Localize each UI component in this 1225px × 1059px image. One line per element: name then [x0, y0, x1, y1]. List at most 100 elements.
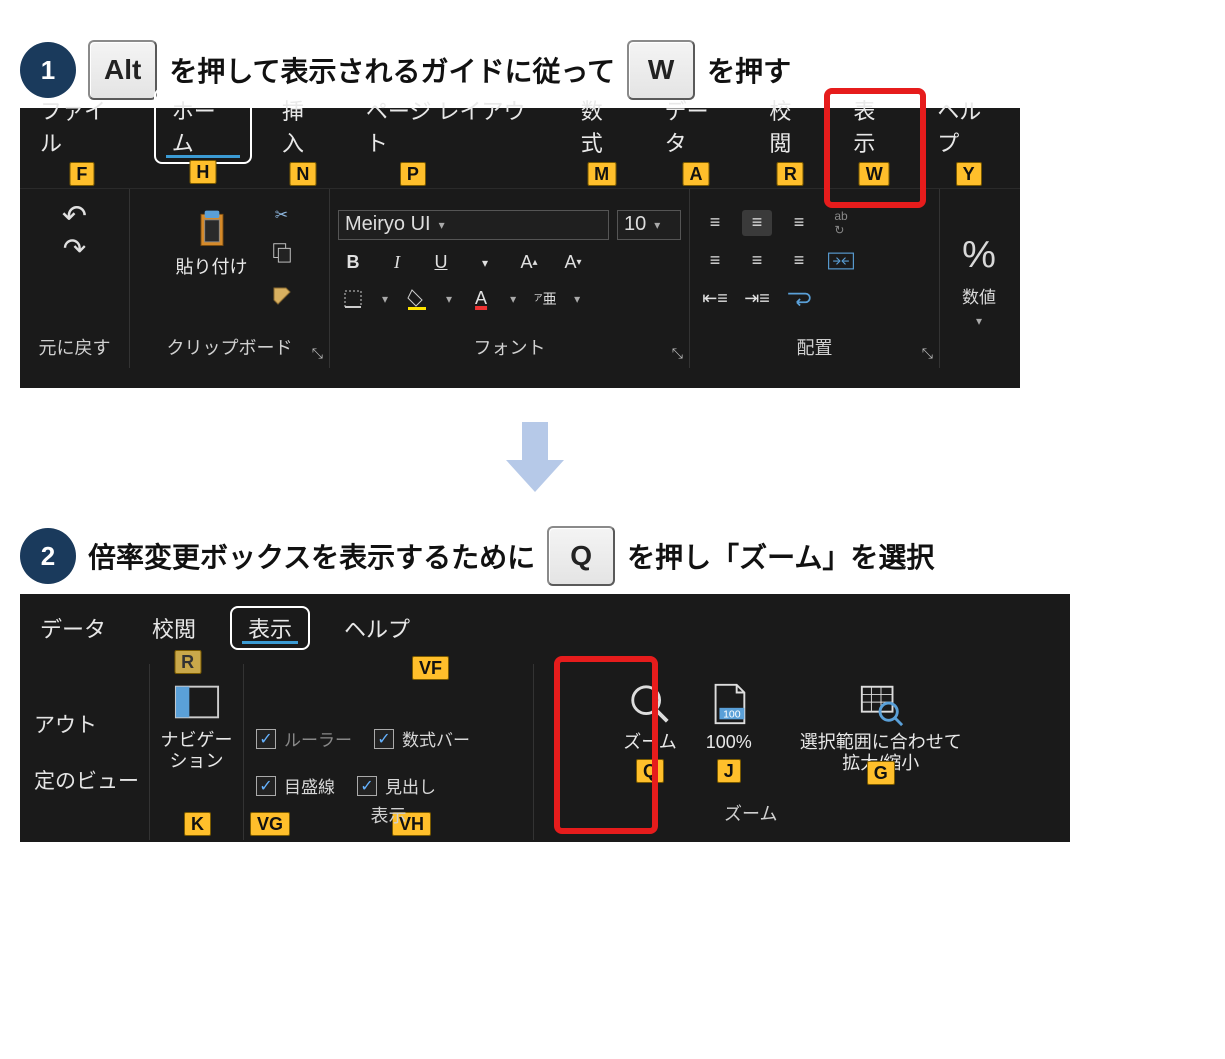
font-name-dropdown[interactable]: Meiryo UI▾ — [338, 210, 609, 240]
paste-label: 貼り付け — [176, 257, 248, 278]
tab-help-2[interactable]: ヘルプ — [332, 608, 422, 650]
zoom-selection-button[interactable]: 選択範囲に合わせて 拡大/縮小 G — [771, 674, 991, 775]
keytip-m: M — [587, 162, 616, 186]
tab-insert[interactable]: 挿入N — [270, 90, 336, 164]
tab-home[interactable]: ホームH — [154, 88, 252, 164]
red-highlight-zoom — [554, 656, 658, 834]
keytip-r: R — [777, 162, 804, 186]
group-navigation: ナビゲー ション K — [150, 664, 244, 840]
keytip-j: J — [717, 759, 741, 783]
key-q: Q — [547, 526, 615, 586]
font-size-dropdown[interactable]: 10▾ — [617, 210, 681, 240]
left-stubs: アウト 定のビュー — [20, 664, 150, 840]
svg-text:100: 100 — [723, 708, 741, 720]
align-top-icon[interactable]: ≡ — [700, 210, 730, 236]
keytip-k: K — [184, 812, 211, 836]
tab-row-2: データ 校閲R 表示 ヘルプ — [20, 594, 1070, 650]
tab-help[interactable]: ヘルプY — [925, 90, 1012, 164]
wrap-text-icon[interactable] — [784, 286, 814, 312]
step-1-text-b: を押す — [707, 50, 791, 90]
keytip-g: G — [867, 761, 895, 785]
step-2-text-a: 倍率変更ボックスを表示するために — [88, 536, 535, 576]
tab-review-2[interactable]: 校閲R — [140, 608, 208, 650]
page-100-icon: 100 — [705, 680, 753, 728]
align-right-icon[interactable]: ≡ — [784, 248, 814, 274]
step-2-header: 2 倍率変更ボックスを表示するために Q を押し「ズーム」を選択 — [20, 526, 1205, 586]
group-label-clipboard: クリップボード⤡ — [130, 328, 329, 368]
percent-icon[interactable]: % — [962, 234, 996, 277]
group-label-alignment: 配置⤡ — [690, 328, 939, 368]
zoom-100-label: 100% — [706, 732, 752, 753]
increase-indent-icon[interactable]: ⇥≡ — [742, 286, 772, 312]
headings-checkbox[interactable]: ✓見出し — [357, 773, 436, 798]
formulabar-checkbox[interactable]: ✓数式バー — [374, 726, 470, 751]
tab-file[interactable]: ファイルF — [28, 90, 136, 164]
align-middle-icon[interactable]: ≡ — [742, 210, 772, 236]
grid-magnifier-icon — [857, 680, 905, 728]
group-undo: ↶ ↷ 元に戻す — [20, 189, 130, 368]
phonetic-icon[interactable]: ア亜 — [530, 286, 560, 312]
group-alignment: ≡ ≡ ≡ ab↻ ≡ ≡ ≡ ⇤≡ ⇥≡ 配置⤡ — [690, 189, 940, 368]
tab-view-2[interactable]: 表示 — [230, 606, 310, 650]
paste-button[interactable]: 貼り付け — [166, 199, 258, 280]
fill-color-icon[interactable] — [402, 286, 432, 312]
tab-formulas[interactable]: 数式M — [569, 90, 635, 164]
group-clipboard: 貼り付け ✂ クリップボード⤡ — [130, 189, 330, 368]
align-bottom-icon[interactable]: ≡ — [784, 210, 814, 236]
group-show: ✓ルーラー ✓数式バー ✓目盛線 ✓見出し VF VG VH 表示 — [244, 664, 534, 840]
step-1-text-a: を押して表示されるガイドに従って — [169, 50, 615, 90]
borders-icon[interactable] — [338, 286, 368, 312]
gridlines-checkbox[interactable]: ✓目盛線 — [256, 773, 335, 798]
merge-icon[interactable] — [826, 248, 856, 274]
step-2-text-b: を押し「ズーム」を選択 — [627, 536, 934, 576]
keytip-vf: VF — [412, 656, 449, 680]
tab-pagelayout[interactable]: ページ レイアウトP — [354, 90, 551, 164]
align-center-icon[interactable]: ≡ — [742, 248, 772, 274]
align-left-icon[interactable]: ≡ — [700, 248, 730, 274]
decrease-font-icon[interactable]: A▾ — [558, 250, 588, 276]
navigation-button[interactable]: ナビゲー ション — [150, 668, 243, 773]
cut-icon[interactable]: ✂ — [275, 205, 288, 225]
italic-button[interactable]: I — [382, 250, 412, 276]
zoom-100-button[interactable]: 100 100% J — [695, 674, 763, 755]
clipboard-icon — [188, 205, 236, 253]
step-2-badge: 2 — [20, 528, 76, 584]
tab-row: ファイルF ホームH 挿入N ページ レイアウトP 数式M データA 校閲R 表… — [20, 108, 1020, 164]
caret-icon[interactable]: ▾ — [470, 250, 500, 276]
arrow-down-icon — [510, 422, 560, 492]
launcher-icon[interactable]: ⤡ — [672, 345, 683, 362]
tab-data-2[interactable]: データ — [28, 608, 118, 650]
launcher-icon[interactable]: ⤡ — [922, 345, 933, 362]
ruler-checkbox[interactable]: ✓ルーラー — [256, 726, 352, 751]
excel-ribbon-view: データ 校閲R 表示 ヘルプ アウト 定のビュー ナビゲー ション K ✓ルーラ… — [20, 594, 1070, 842]
redo-icon[interactable]: ↷ — [60, 235, 90, 261]
group-number: % 数値 ▾ — [940, 189, 1018, 368]
tab-data[interactable]: データA — [653, 90, 740, 164]
format-painter-icon[interactable] — [270, 284, 294, 313]
orientation-icon[interactable]: ab↻ — [826, 210, 856, 236]
decrease-indent-icon[interactable]: ⇤≡ — [700, 286, 730, 312]
keytip-y: Y — [956, 162, 982, 186]
group-font: Meiryo UI▾ 10▾ B I U ▾ A▴ A▾ ▾ ▾ A — [330, 189, 690, 368]
stub-layout: アウト — [34, 709, 139, 739]
navigation-label: ナビゲー ション — [161, 730, 233, 771]
number-label: 数値 — [962, 283, 996, 308]
navigation-icon — [173, 678, 221, 726]
group-label-undo: 元に戻す — [20, 328, 129, 368]
launcher-icon[interactable]: ⤡ — [312, 345, 323, 362]
keytip-a: A — [683, 162, 710, 186]
group-label-show: 表示 — [244, 796, 533, 836]
underline-button[interactable]: U — [426, 250, 456, 276]
group-zoom: ズーム Q 100 100% J 選択範囲に合わせて 拡大/縮小 G — [534, 664, 1070, 840]
tab-review[interactable]: 校閲R — [757, 90, 823, 164]
group-label-zoom: ズーム — [724, 794, 777, 834]
font-color-icon[interactable]: A — [466, 286, 496, 312]
bold-button[interactable]: B — [338, 250, 368, 276]
undo-icon[interactable]: ↶ — [60, 203, 90, 229]
keytip-h: H — [189, 160, 216, 184]
increase-font-icon[interactable]: A▴ — [514, 250, 544, 276]
keytip-p: P — [400, 162, 426, 186]
stub-view: 定のビュー — [34, 765, 139, 795]
copy-icon[interactable] — [271, 241, 293, 268]
excel-ribbon-home: ファイルF ホームH 挿入N ページ レイアウトP 数式M データA 校閲R 表… — [20, 108, 1020, 388]
